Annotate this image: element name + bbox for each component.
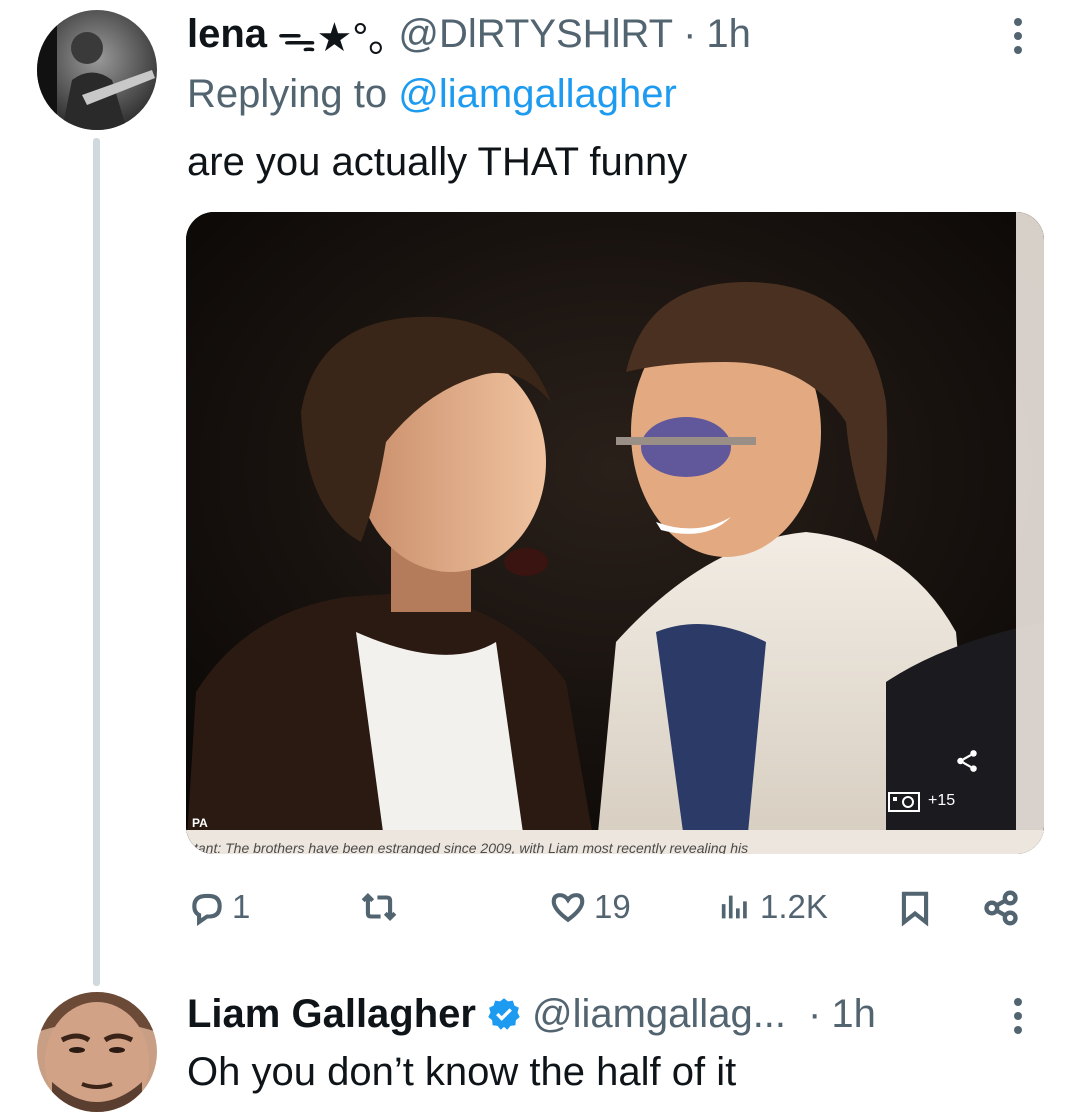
- author-handle[interactable]: @DlRTYSHlRT: [398, 12, 673, 57]
- tweet-text: are you actually THAT funny: [187, 140, 688, 184]
- like-count: 19: [594, 888, 631, 925]
- like-button[interactable]: 19: [548, 888, 631, 926]
- share-icon: [984, 890, 1018, 926]
- main-tweet-header: Liam Gallagher @liamgallag... · 1h: [187, 990, 876, 1038]
- thread-connector-line: [93, 138, 100, 986]
- photo-illustration: [186, 212, 1044, 854]
- gallery-counter[interactable]: +15: [888, 790, 955, 812]
- reply-icon: [192, 893, 222, 926]
- photo-caption: tant: The brothers have been estranged s…: [194, 840, 749, 854]
- main-tweet-timestamp[interactable]: 1h: [831, 992, 876, 1037]
- bookmark-icon: [901, 891, 929, 927]
- bookmark-button[interactable]: [896, 888, 934, 928]
- verified-badge-icon: [488, 998, 520, 1030]
- main-tweet-text: Oh you don’t know the half of it: [187, 1050, 737, 1094]
- share-photo-button[interactable]: [941, 742, 993, 780]
- header-separator: ·: [683, 11, 697, 56]
- lena-avatar[interactable]: [37, 10, 157, 130]
- more-icon: [1014, 998, 1022, 1006]
- views-icon: [721, 895, 747, 919]
- views-button[interactable]: 1.2K: [716, 888, 828, 926]
- main-more-options-button[interactable]: [1014, 998, 1022, 1034]
- tweet-media-photo[interactable]: PA tant: The brothers have been estrange…: [186, 212, 1044, 854]
- replying-to-link[interactable]: @liamgallagher: [398, 72, 677, 116]
- reply-button[interactable]: 1: [188, 888, 250, 926]
- share-node-icon: [957, 750, 977, 772]
- reply-count: 1: [232, 888, 251, 925]
- gallery-count: +15: [928, 792, 956, 809]
- replying-to-line: Replying to @liamgallagher: [187, 72, 677, 117]
- reply-tweet-header: lena ᯓ★°｡ @DlRTYSHlRT · 1h: [187, 10, 751, 61]
- author-name-decoration: ᯓ★°｡: [277, 16, 389, 60]
- tweet-timestamp[interactable]: 1h: [706, 12, 751, 57]
- more-options-button[interactable]: [1014, 18, 1022, 54]
- liam-display-name[interactable]: Liam Gallagher: [187, 992, 476, 1037]
- retweet-button[interactable]: [358, 888, 406, 926]
- replying-prefix: Replying to: [187, 72, 388, 116]
- liam-handle[interactable]: @liamgallag...: [532, 992, 786, 1037]
- camera-icon: [888, 792, 920, 812]
- author-display-name[interactable]: lena: [187, 12, 267, 57]
- photo-credit: PA: [192, 816, 208, 830]
- share-button[interactable]: [980, 888, 1022, 928]
- main-header-separator: ·: [808, 991, 822, 1036]
- liam-avatar[interactable]: [37, 992, 157, 1112]
- views-count: 1.2K: [760, 888, 828, 925]
- retweet-icon: [361, 893, 397, 921]
- like-icon: [551, 893, 585, 923]
- more-icon: [1014, 18, 1022, 26]
